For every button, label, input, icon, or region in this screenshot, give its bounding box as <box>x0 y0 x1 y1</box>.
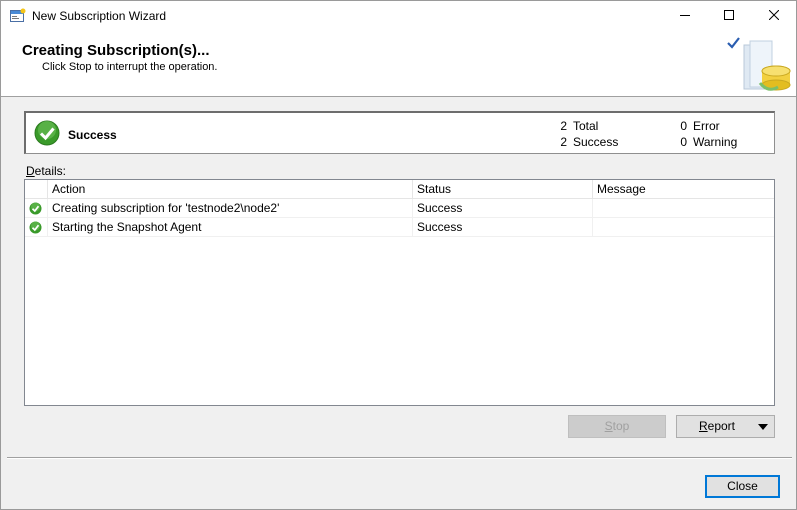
maximize-icon <box>724 9 734 23</box>
close-icon <box>768 9 780 23</box>
warning-stat: 0 Warning <box>680 135 738 149</box>
row-action: Starting the Snapshot Agent <box>47 218 412 237</box>
minimize-button[interactable] <box>662 1 708 31</box>
page-subtitle: Click Stop to interrupt the operation. <box>42 61 218 73</box>
column-header-status[interactable]: Status <box>412 180 592 199</box>
page-title: Creating Subscription(s)... <box>22 42 210 59</box>
column-header-action[interactable]: Action <box>47 180 412 199</box>
row-status: Success <box>412 199 592 218</box>
title-bar: New Subscription Wizard <box>1 1 796 31</box>
wizard-database-graphic <box>726 35 794 97</box>
window-close-button[interactable] <box>751 1 797 31</box>
table-row[interactable]: Creating subscription for 'testnode2\nod… <box>25 199 774 218</box>
success-check-icon <box>34 120 60 149</box>
maximize-button[interactable] <box>706 1 752 31</box>
success-stat: 2 Success <box>560 135 619 149</box>
total-count: 2 <box>560 119 567 133</box>
error-label: Error <box>693 119 720 133</box>
details-grid[interactable]: Action Status Message Creating subscript… <box>24 179 775 406</box>
summary-panel: Success 2 Total 2 Success 0 Error 0 Warn… <box>24 111 775 154</box>
stop-button[interactable]: Stop <box>568 415 666 438</box>
wizard-app-icon <box>10 8 26 23</box>
warning-count: 0 <box>680 135 687 149</box>
total-label: Total <box>573 119 599 133</box>
success-check-icon <box>29 221 42 237</box>
row-message <box>592 218 774 237</box>
report-button[interactable]: Report <box>676 415 775 438</box>
grid-header: Action Status Message <box>25 180 774 199</box>
dropdown-arrow-icon[interactable] <box>758 424 768 430</box>
minimize-icon <box>680 9 690 23</box>
row-message <box>592 199 774 218</box>
header-icon-column[interactable] <box>25 180 47 199</box>
warning-label: Warning <box>693 135 738 149</box>
close-button[interactable]: Close <box>705 475 780 498</box>
success-label: Success <box>573 135 619 149</box>
details-label: Details: <box>26 164 67 178</box>
success-check-icon <box>29 202 42 218</box>
wizard-window: New Subscription Wizard Creating Subscri… <box>0 0 797 510</box>
row-action: Creating subscription for 'testnode2\nod… <box>47 199 412 218</box>
wizard-header: Creating Subscription(s)... Click Stop t… <box>1 31 796 97</box>
window-title: New Subscription Wizard <box>32 9 167 23</box>
row-status: Success <box>412 218 592 237</box>
table-row[interactable]: Starting the Snapshot Agent Success <box>25 218 774 237</box>
report-button-label: Report <box>698 419 736 433</box>
column-header-message[interactable]: Message <box>592 180 774 199</box>
error-stat: 0 Error <box>680 119 720 133</box>
success-count: 2 <box>560 135 567 149</box>
summary-status-label: Success <box>68 128 117 142</box>
total-stat: 2 Total <box>560 119 599 133</box>
error-count: 0 <box>680 119 687 133</box>
footer-divider <box>7 457 792 459</box>
